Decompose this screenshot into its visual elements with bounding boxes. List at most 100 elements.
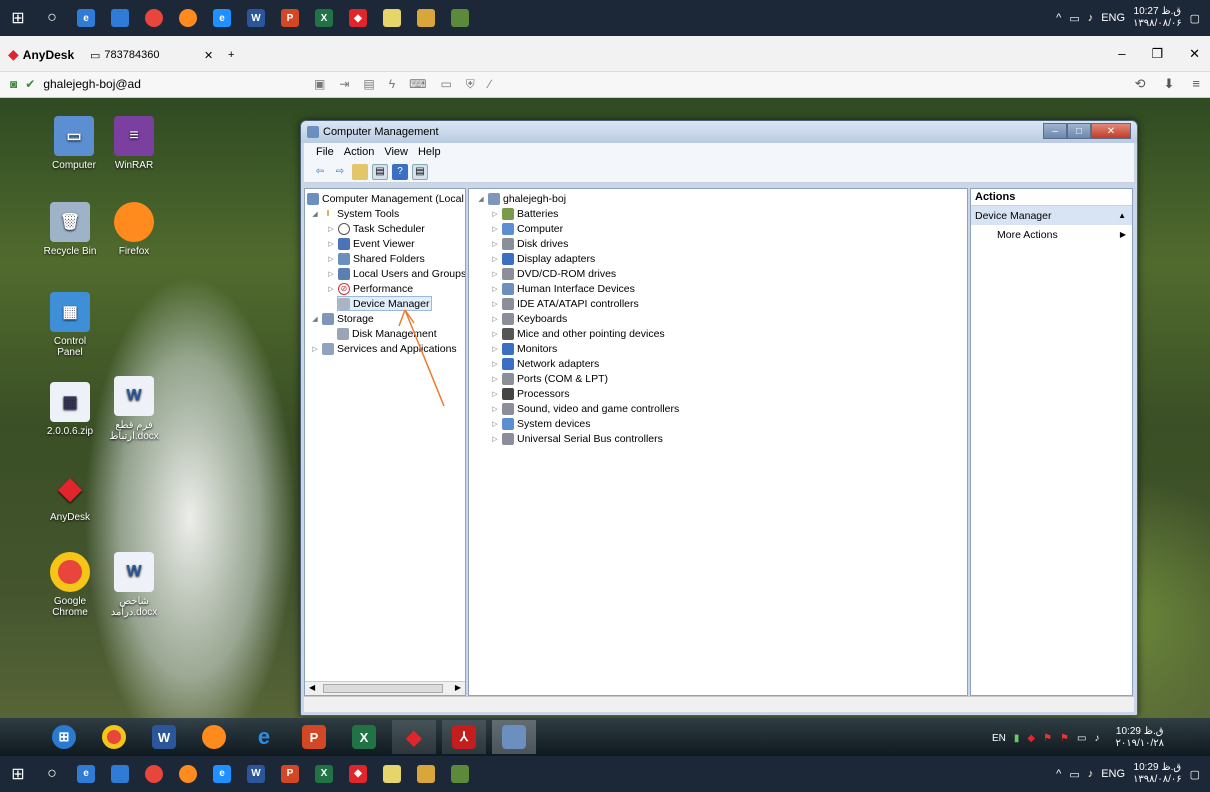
download-icon[interactable]: ⬇ bbox=[1164, 76, 1175, 92]
network-icon[interactable]: ▮ bbox=[1014, 733, 1020, 744]
permissions-icon[interactable]: ⛨ bbox=[466, 77, 475, 92]
ie-icon: e bbox=[257, 724, 271, 749]
switch-monitor-icon[interactable]: ⇥ bbox=[339, 77, 349, 92]
clock[interactable]: 10:27 ق.ظ ۱۳۹۸/۰۸/۰۶ bbox=[1133, 6, 1182, 30]
tray-chevron-icon[interactable]: ^ bbox=[1056, 768, 1061, 780]
remote-excel[interactable]: X bbox=[342, 720, 386, 754]
ie-icon[interactable]: e bbox=[206, 0, 238, 36]
firefox-icon[interactable] bbox=[172, 0, 204, 36]
app-icon-2[interactable] bbox=[410, 756, 442, 792]
system-tray: ^ ▭ ♪ ENG 10:29 ق.ظ ۱۳۹۸/۰۸/۰۶ ▢ bbox=[1056, 756, 1210, 792]
annotation-arrow bbox=[398, 309, 445, 407]
excel-icon[interactable]: X bbox=[308, 0, 340, 36]
ie-icon[interactable]: e bbox=[206, 756, 238, 792]
remote-ie[interactable]: e bbox=[242, 720, 286, 754]
remote-word[interactable]: W bbox=[142, 720, 186, 754]
chat-icon[interactable]: ▤ bbox=[363, 77, 374, 92]
new-tab-icon[interactable]: + bbox=[228, 49, 234, 61]
action-center-icon[interactable]: ⚑ bbox=[1060, 733, 1069, 744]
cortana-icon[interactable]: ○ bbox=[36, 0, 68, 36]
actions-icon[interactable]: ϟ bbox=[389, 77, 395, 92]
windows-start-icon[interactable]: ⊞ bbox=[2, 756, 34, 792]
powerpoint-icon[interactable]: P bbox=[274, 756, 306, 792]
acrobat-icon: ⅄ bbox=[452, 725, 476, 749]
remote-start-button[interactable]: ⊞ bbox=[42, 720, 86, 754]
menu-icon[interactable]: ≡ bbox=[1192, 76, 1200, 92]
remote-language[interactable]: EN bbox=[992, 733, 1006, 744]
accept-icon[interactable]: ✔ bbox=[25, 77, 35, 91]
word-icon[interactable]: W bbox=[240, 756, 272, 792]
anydesk-brand: ◆ AnyDesk bbox=[8, 46, 75, 62]
word-icon: W bbox=[152, 725, 176, 749]
pen-icon[interactable]: ∕ bbox=[489, 77, 491, 92]
firefox-icon[interactable] bbox=[172, 756, 204, 792]
remote-address: ghalejegh-boj@ad bbox=[43, 77, 141, 91]
anydesk-icon: ◆ bbox=[406, 726, 422, 749]
flag-icon[interactable]: ⚑ bbox=[1043, 733, 1052, 744]
keyboard-icon[interactable]: ⌨ bbox=[409, 77, 426, 92]
anydesk-taskbar-icon[interactable]: ◆ bbox=[342, 756, 374, 792]
volume-icon[interactable]: ♪ bbox=[1088, 12, 1094, 24]
excel-icon[interactable]: X bbox=[308, 756, 340, 792]
file-explorer-icon[interactable] bbox=[104, 756, 136, 792]
edge-icon[interactable]: e bbox=[70, 0, 102, 36]
host-taskbar-top: ⊞ ○ e e W P X ◆ ^ ▭ ♪ ENG 10:27 ق.ظ ۱۳۹۸… bbox=[0, 0, 1210, 36]
remote-acrobat[interactable]: ⅄ bbox=[442, 720, 486, 754]
session-actions: ▣ ⇥ ▤ ϟ ⌨ ▭ ⛨ ∕ bbox=[314, 77, 491, 92]
windows-orb-icon: ⊞ bbox=[52, 725, 76, 749]
close-icon[interactable]: ✕ bbox=[1189, 46, 1200, 62]
network-icon[interactable]: ▭ bbox=[1069, 12, 1079, 25]
screen-icon[interactable]: ▭ bbox=[440, 77, 451, 92]
notification-icon[interactable]: ▢ bbox=[1190, 12, 1200, 25]
restore-icon[interactable]: ❐ bbox=[1151, 46, 1163, 62]
language-indicator[interactable]: ENG bbox=[1101, 12, 1125, 24]
display-icon[interactable]: ▣ bbox=[314, 77, 325, 92]
session-tab[interactable]: ▭ 783784360 ✕ + bbox=[90, 44, 250, 66]
remote-chrome[interactable] bbox=[92, 720, 136, 754]
window-controls: – ❐ ✕ bbox=[1118, 46, 1200, 62]
remote-taskbar: ⊞ W e P X ◆ ⅄ EN ▮ ◆ ⚑ ⚑ ▭ ♪ 10:29 ق.ظ ۲… bbox=[0, 718, 1210, 756]
anydesk-logo-icon: ◆ bbox=[8, 46, 19, 62]
app-icon-2[interactable] bbox=[410, 0, 442, 36]
cortana-icon[interactable]: ○ bbox=[36, 756, 68, 792]
remote-clock[interactable]: 10:29 ق.ظ ۲۰۱۹/۱۰/۲۸ bbox=[1115, 726, 1164, 750]
host-taskbar-bottom: ⊞ ○ e e W P X ◆ ^ ▭ ♪ ENG 10:29 ق.ظ ۱۳۹۸… bbox=[0, 756, 1210, 791]
chrome-icon[interactable] bbox=[138, 756, 170, 792]
anydesk-taskbar-icon[interactable]: ◆ bbox=[342, 0, 374, 36]
app-icon-3[interactable] bbox=[444, 0, 476, 36]
remote-anydesk[interactable]: ◆ bbox=[392, 720, 436, 754]
close-tab-icon[interactable]: ✕ bbox=[204, 49, 213, 62]
remote-tray: EN ▮ ◆ ⚑ ⚑ ▭ ♪ 10:29 ق.ظ ۲۰۱۹/۱۰/۲۸ bbox=[992, 726, 1164, 750]
language-indicator[interactable]: ENG bbox=[1101, 768, 1125, 780]
chrome-icon[interactable] bbox=[138, 0, 170, 36]
remote-desktop: ▭ Computer ≡ WinRAR 🗑 Recycle Bin Firefo… bbox=[0, 98, 1210, 756]
firefox-icon bbox=[202, 725, 226, 749]
windows-start-icon[interactable]: ⊞ bbox=[2, 0, 34, 36]
tray-chevron-icon[interactable]: ^ bbox=[1056, 12, 1061, 24]
minimize-icon[interactable]: – bbox=[1118, 46, 1125, 62]
volume-icon[interactable]: ♪ bbox=[1088, 768, 1094, 780]
system-tray: ^ ▭ ♪ ENG 10:27 ق.ظ ۱۳۹۸/۰۸/۰۶ ▢ bbox=[1056, 0, 1210, 36]
connection-icon[interactable]: ◙ bbox=[10, 77, 17, 91]
remote-powerpoint[interactable]: P bbox=[292, 720, 336, 754]
anydesk-tray-icon[interactable]: ◆ bbox=[1027, 733, 1035, 744]
chrome-icon bbox=[102, 725, 126, 749]
app-icon-3[interactable] bbox=[444, 756, 476, 792]
computer-management-icon bbox=[502, 725, 526, 749]
history-icon[interactable]: ⟲ bbox=[1135, 76, 1146, 92]
remote-computer-management[interactable] bbox=[492, 720, 536, 754]
app-icon-1[interactable] bbox=[376, 756, 408, 792]
remote-firefox[interactable] bbox=[192, 720, 236, 754]
excel-icon: X bbox=[352, 725, 376, 749]
edge-icon[interactable]: e bbox=[70, 756, 102, 792]
network-icon[interactable]: ▭ bbox=[1077, 733, 1086, 744]
notification-icon[interactable]: ▢ bbox=[1190, 768, 1200, 781]
volume-icon[interactable]: ♪ bbox=[1094, 733, 1099, 744]
word-icon[interactable]: W bbox=[240, 0, 272, 36]
powerpoint-icon: P bbox=[302, 725, 326, 749]
clock[interactable]: 10:29 ق.ظ ۱۳۹۸/۰۸/۰۶ bbox=[1133, 762, 1182, 786]
powerpoint-icon[interactable]: P bbox=[274, 0, 306, 36]
app-icon-1[interactable] bbox=[376, 0, 408, 36]
file-explorer-icon[interactable] bbox=[104, 0, 136, 36]
network-icon[interactable]: ▭ bbox=[1069, 768, 1079, 781]
